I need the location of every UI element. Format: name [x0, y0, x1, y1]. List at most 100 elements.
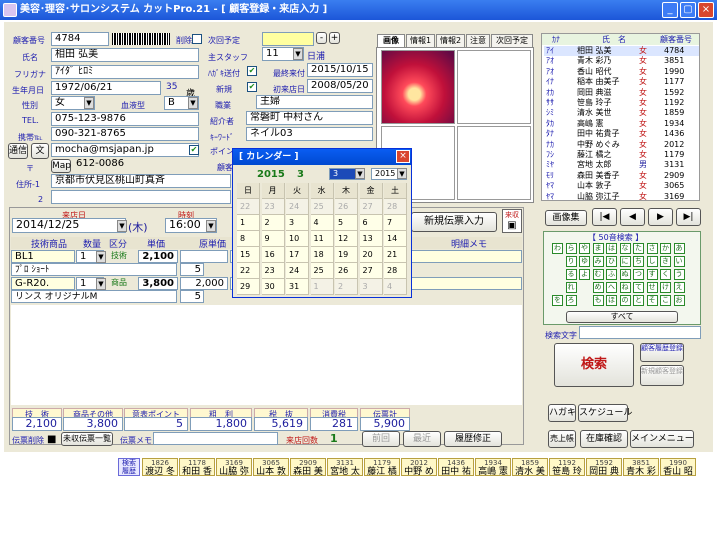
list-item[interactable]: ｼﾐ 清水 美世 女 1859: [544, 108, 699, 118]
photo-slot[interactable]: [457, 126, 531, 200]
calendar-day[interactable]: 10: [286, 231, 309, 247]
kana-button[interactable]: よ: [579, 269, 590, 280]
calendar-day[interactable]: 14: [384, 231, 407, 247]
price-field[interactable]: 3,800: [138, 277, 178, 290]
history-item[interactable]: 3131 宮地 太: [327, 458, 363, 477]
kana-button[interactable]: な: [619, 243, 631, 254]
tab-info2[interactable]: 情報2: [436, 34, 465, 47]
image-collection-button[interactable]: 画像集: [545, 210, 587, 226]
chevron-down-icon[interactable]: ▼: [96, 278, 106, 290]
item-code-field[interactable]: BL1: [11, 250, 75, 263]
calendar-day[interactable]: 23: [261, 263, 285, 279]
next-plus-button[interactable]: +: [329, 32, 340, 44]
new-slip-button[interactable]: 新規伝票入力: [411, 212, 497, 232]
list-item[interactable]: ﾌｼ 藤江 橘之 女 1179: [544, 150, 699, 160]
kana-button[interactable]: あ: [673, 243, 685, 254]
kana-button[interactable]: み: [592, 256, 604, 267]
chevron-down-icon[interactable]: ▼: [84, 97, 94, 109]
minimize-button[interactable]: _: [662, 2, 678, 18]
cost-field[interactable]: [180, 250, 228, 263]
prev-visit-button[interactable]: 前回: [362, 431, 400, 447]
calendar-day[interactable]: 15: [237, 247, 260, 263]
kana-button[interactable]: り: [565, 256, 577, 267]
calendar-day[interactable]: 9: [261, 231, 285, 247]
first-visit-field[interactable]: 2008/05/20: [307, 79, 373, 93]
history-item[interactable]: 1934 高嶋 憲: [475, 458, 511, 477]
calendar-day[interactable]: 24: [286, 199, 309, 215]
calendar-day[interactable]: 29: [237, 279, 260, 295]
zip-field[interactable]: 612-0086: [73, 158, 143, 172]
chevron-down-icon[interactable]: ▼: [117, 220, 127, 232]
schedule-button[interactable]: スケジュール: [578, 404, 632, 422]
kana-button[interactable]: う: [673, 269, 685, 280]
tab-caution[interactable]: 注意: [466, 34, 490, 47]
history-item[interactable]: 2909 森田 美: [290, 458, 326, 477]
kana-button[interactable]: こ: [660, 295, 671, 306]
calendar-day[interactable]: 16: [261, 247, 285, 263]
count-field[interactable]: 5: [180, 290, 204, 303]
calendar-day[interactable]: 27: [359, 199, 383, 215]
history-item[interactable]: 1990 香山 昭: [660, 458, 696, 477]
keyword-field[interactable]: ネイル03: [246, 127, 373, 141]
calendar-day[interactable]: 26: [335, 199, 358, 215]
kana-button[interactable]: か: [660, 243, 671, 254]
kana-button[interactable]: め: [592, 282, 604, 293]
item-name-field[interactable]: リンス オリジナルM: [11, 290, 177, 303]
history-item[interactable]: 1178 和田 香: [179, 458, 215, 477]
kana-button[interactable]: さ: [646, 243, 658, 254]
addr1-field[interactable]: 京都市伏見区桃山町真斉: [51, 174, 231, 188]
sales-book-button[interactable]: 売上帳: [548, 430, 576, 448]
list-item[interactable]: ｵｶ 岡田 典滋 女 1592: [544, 88, 699, 98]
kana-button[interactable]: へ: [606, 282, 617, 293]
kana-button[interactable]: も: [592, 295, 604, 306]
close-button[interactable]: ×: [698, 2, 714, 18]
list-item[interactable]: ｱｲ 相田 弘美 女 4784: [544, 46, 699, 57]
list-item[interactable]: ｱｵ 香山 昭代 女 1990: [544, 67, 699, 77]
history-item[interactable]: 3169 山脇 弥: [216, 458, 252, 477]
visit-date-field[interactable]: 2014/12/25: [12, 218, 126, 233]
kana-button[interactable]: て: [633, 282, 644, 293]
list-item[interactable]: ﾀｶ 高嶋 憲 女 1934: [544, 119, 699, 129]
addr2-field[interactable]: [51, 190, 231, 204]
calendar-day[interactable]: 23: [261, 199, 285, 215]
list-item[interactable]: ﾓﾘ 森田 美香子 女 2909: [544, 171, 699, 181]
search-text-field[interactable]: [579, 326, 701, 339]
kana-button[interactable]: ろ: [565, 295, 577, 306]
history-item[interactable]: 1826 渡辺 冬: [142, 458, 178, 477]
search-button[interactable]: 検索: [554, 343, 634, 387]
chevron-down-icon[interactable]: ▼: [96, 251, 106, 263]
chevron-down-icon[interactable]: ▼: [397, 168, 407, 179]
next-field[interactable]: [262, 32, 314, 46]
email-field[interactable]: mocha@msjapan.jp: [51, 143, 199, 157]
kana-button[interactable]: ふ: [606, 269, 617, 280]
last-visit-field[interactable]: 2015/10/15: [307, 63, 373, 77]
calendar-day[interactable]: 2: [335, 279, 358, 295]
kana-button[interactable]: ま: [592, 243, 604, 254]
calendar-day[interactable]: 3: [359, 279, 383, 295]
slip-memo-field[interactable]: [153, 432, 278, 445]
new-customer-button[interactable]: 新規顧客登録: [640, 365, 684, 386]
calendar-day[interactable]: 24: [286, 263, 309, 279]
kana-button[interactable]: つ: [633, 269, 644, 280]
calendar-day[interactable]: 21: [384, 247, 407, 263]
kana-button[interactable]: い: [673, 256, 685, 267]
text-button[interactable]: 文: [31, 143, 49, 159]
kana-button[interactable]: ぬ: [619, 269, 631, 280]
calendar-day[interactable]: 26: [335, 263, 358, 279]
kana-button[interactable]: す: [646, 269, 658, 280]
calendar-day[interactable]: 22: [237, 263, 260, 279]
list-item[interactable]: ﾐﾔ 宮地 太郎 男 3131: [544, 160, 699, 170]
history-item[interactable]: 1192 笹島 玲: [549, 458, 585, 477]
photo-slot[interactable]: [457, 50, 531, 124]
kana-button[interactable]: に: [619, 256, 631, 267]
tab-info1[interactable]: 情報1: [406, 34, 435, 47]
birth-field[interactable]: 1972/06/21: [51, 81, 161, 95]
item-code-field[interactable]: G-R20.: [11, 277, 75, 290]
customer-list[interactable]: ｶﾅ 氏 名 顧客番号 ｱｲ 相田 弘美女 4784 ｱｵ 青木 彩乃女 3851 ｱｵ 香山…: [541, 33, 700, 201]
history-register-button[interactable]: 顧客履歴登録: [640, 343, 684, 362]
list-item[interactable]: ｻｻ 笹島 玲子 女 1192: [544, 98, 699, 108]
kana-button[interactable]: え: [673, 282, 685, 293]
kana-button[interactable]: む: [592, 269, 604, 280]
tab-next-plan[interactable]: 次回予定: [491, 34, 533, 47]
history-fix-button[interactable]: 履歴修正: [444, 431, 502, 447]
